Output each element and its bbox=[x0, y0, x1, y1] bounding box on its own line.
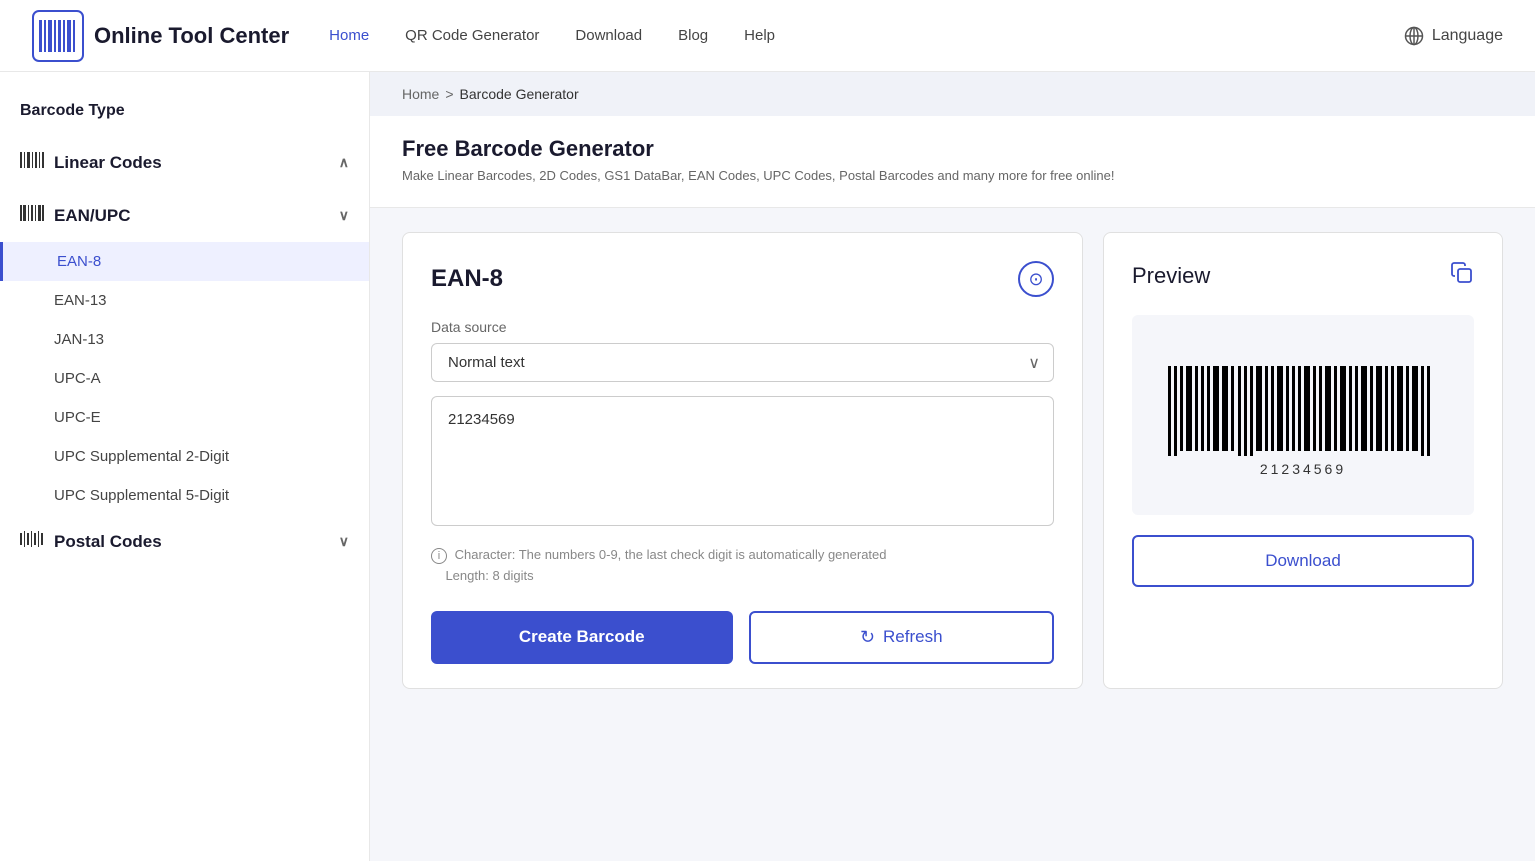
download-button[interactable]: Download bbox=[1132, 535, 1474, 587]
info-symbol: ⊙ bbox=[1028, 269, 1043, 290]
preview-panel: Preview bbox=[1103, 232, 1503, 689]
info-icon[interactable]: ⊙ bbox=[1018, 261, 1054, 297]
barcode-type-label: Barcode Type bbox=[0, 92, 369, 136]
generator-panel: EAN-8 ⊙ Data source Normal text Hex data… bbox=[402, 232, 1083, 689]
language-selector[interactable]: Language bbox=[1404, 26, 1503, 46]
logo-area: Online Tool Center bbox=[32, 10, 289, 62]
svg-text:21234569: 21234569 bbox=[1260, 461, 1346, 476]
barcode-display: 21234569 bbox=[1132, 315, 1474, 515]
preview-title: Preview bbox=[1132, 263, 1210, 289]
sidebar: Barcode Type Linear Codes ∧ bbox=[0, 72, 370, 861]
refresh-button[interactable]: ↻ Refresh bbox=[749, 611, 1055, 664]
ean-upc-items: EAN-8 EAN-13 JAN-13 UPC-A UPC-E UPC Supp… bbox=[0, 242, 369, 515]
sidebar-item-ean13[interactable]: EAN-13 bbox=[0, 281, 369, 320]
content-area: Home > Barcode Generator Free Barcode Ge… bbox=[370, 72, 1535, 861]
language-label: Language bbox=[1432, 27, 1503, 45]
ean-barcode-icon bbox=[20, 203, 44, 228]
nav-download[interactable]: Download bbox=[575, 27, 642, 44]
page-title: Free Barcode Generator bbox=[402, 136, 1503, 162]
postal-barcode-icon bbox=[20, 529, 44, 554]
hint-line1: Character: The numbers 0-9, the last che… bbox=[455, 547, 887, 562]
nav-qr-code[interactable]: QR Code Generator bbox=[405, 27, 539, 44]
nav-blog[interactable]: Blog bbox=[678, 27, 708, 44]
sidebar-section-linear[interactable]: Linear Codes ∧ bbox=[0, 136, 369, 189]
refresh-label: Refresh bbox=[883, 627, 943, 647]
linear-chevron-up-icon: ∧ bbox=[339, 154, 349, 171]
sidebar-item-upce[interactable]: UPC-E bbox=[0, 398, 369, 437]
breadcrumb-home[interactable]: Home bbox=[402, 86, 439, 102]
hint-text: i Character: The numbers 0-9, the last c… bbox=[431, 545, 1054, 587]
main-content: EAN-8 ⊙ Data source Normal text Hex data… bbox=[370, 208, 1535, 713]
header: Online Tool Center Home QR Code Generato… bbox=[0, 0, 1535, 72]
logo-text: Online Tool Center bbox=[94, 23, 289, 49]
sidebar-item-upc-supp5[interactable]: UPC Supplemental 5-Digit bbox=[0, 476, 369, 515]
sidebar-section-postal-label: Postal Codes bbox=[54, 532, 162, 552]
logo-icon bbox=[32, 10, 84, 62]
create-barcode-button[interactable]: Create Barcode bbox=[431, 611, 733, 664]
sidebar-section-postal[interactable]: Postal Codes ∨ bbox=[0, 515, 369, 568]
action-buttons: Create Barcode ↻ Refresh bbox=[431, 611, 1054, 664]
copy-icon[interactable] bbox=[1450, 261, 1474, 291]
barcode-input[interactable]: 21234569 bbox=[431, 396, 1054, 526]
hint-line2: Length: 8 digits bbox=[445, 568, 533, 583]
preview-header: Preview bbox=[1132, 261, 1474, 291]
data-source-label: Data source bbox=[431, 319, 1054, 335]
nav-home[interactable]: Home bbox=[329, 27, 369, 44]
nav-help[interactable]: Help bbox=[744, 27, 775, 44]
sidebar-section-ean-upc-label: EAN/UPC bbox=[54, 206, 131, 226]
main-nav: Home QR Code Generator Download Blog Hel… bbox=[329, 27, 1404, 44]
globe-icon bbox=[1404, 26, 1424, 46]
sidebar-item-upc-supp2[interactable]: UPC Supplemental 2-Digit bbox=[0, 437, 369, 476]
main-layout: Barcode Type Linear Codes ∧ bbox=[0, 72, 1535, 861]
sidebar-item-upca[interactable]: UPC-A bbox=[0, 359, 369, 398]
hint-info-icon: i bbox=[431, 548, 447, 564]
data-source-wrapper: Normal text Hex data ∨ bbox=[431, 343, 1054, 382]
page-header: Free Barcode Generator Make Linear Barco… bbox=[370, 116, 1535, 208]
breadcrumb-current: Barcode Generator bbox=[460, 86, 579, 102]
breadcrumb: Home > Barcode Generator bbox=[370, 72, 1535, 116]
refresh-icon: ↻ bbox=[860, 627, 875, 648]
barcode-image: 21234569 bbox=[1158, 366, 1448, 476]
sidebar-section-ean-upc[interactable]: EAN/UPC ∨ bbox=[0, 189, 369, 242]
page-subtitle: Make Linear Barcodes, 2D Codes, GS1 Data… bbox=[402, 168, 1503, 183]
sidebar-item-ean8[interactable]: EAN-8 bbox=[0, 242, 369, 281]
sidebar-item-jan13[interactable]: JAN-13 bbox=[0, 320, 369, 359]
postal-chevron-down-icon: ∨ bbox=[339, 533, 349, 550]
data-source-select[interactable]: Normal text Hex data bbox=[431, 343, 1054, 382]
linear-barcode-icon bbox=[20, 150, 44, 175]
ean-chevron-down-icon: ∨ bbox=[339, 207, 349, 224]
sidebar-section-linear-label: Linear Codes bbox=[54, 153, 162, 173]
breadcrumb-separator: > bbox=[445, 86, 453, 102]
generator-title: EAN-8 bbox=[431, 265, 503, 293]
generator-header: EAN-8 ⊙ bbox=[431, 261, 1054, 297]
